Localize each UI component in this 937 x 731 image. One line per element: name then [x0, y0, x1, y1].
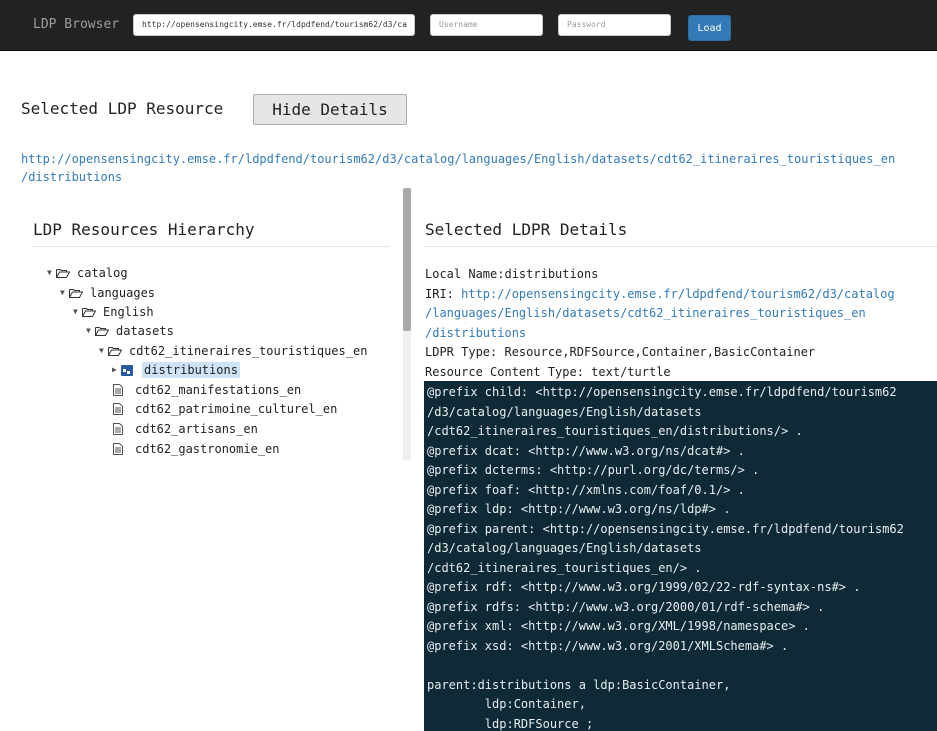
tree-node-label[interactable]: cdt62_gastronomie_en	[135, 441, 280, 457]
load-button[interactable]: Load	[688, 15, 731, 41]
tree-node-languages[interactable]: ▼ languages	[60, 285, 155, 301]
iri-link-line-2[interactable]: /languages/English/datasets/cdt62_itiner…	[425, 304, 930, 324]
username-input[interactable]: Username	[430, 14, 543, 36]
selected-url-line-1[interactable]: http://opensensingcity.emse.fr/ldpdfend/…	[21, 150, 921, 168]
iri-link-line-1[interactable]: http://opensensingcity.emse.fr/ldpdfend/…	[461, 287, 894, 301]
tree-node-datasets[interactable]: ▼ datasets	[86, 323, 174, 339]
folder-open-icon	[108, 346, 122, 356]
details-heading: Selected LDPR Details	[425, 220, 628, 239]
tree-node-patrimoine[interactable]: cdt62_patrimoine_culturel_en	[113, 401, 337, 417]
folder-open-icon	[95, 326, 109, 336]
folder-open-icon	[82, 307, 96, 317]
selected-url-line-2[interactable]: /distributions	[21, 168, 921, 186]
details-divider	[425, 246, 937, 247]
file-icon	[113, 384, 123, 396]
selected-resource-url[interactable]: http://opensensingcity.emse.fr/ldpdfend/…	[21, 150, 921, 186]
local-name-row: Local Name:distributions	[425, 265, 930, 285]
tree-node-label[interactable]: languages	[90, 285, 155, 301]
tree-node-catalog[interactable]: ▼ catalog	[47, 265, 128, 281]
tree-node-label[interactable]: cdt62_itineraires_touristiques_en	[129, 343, 367, 359]
file-icon	[113, 423, 123, 435]
tree-node-label[interactable]: cdt62_manifestations_en	[135, 382, 301, 398]
expanded-caret-icon[interactable]: ▼	[60, 285, 68, 301]
expanded-caret-icon[interactable]: ▼	[86, 323, 94, 339]
ldpr-type-row: LDPR Type: Resource,RDFSource,Container,…	[425, 343, 930, 363]
local-name-label: Local Name:	[425, 267, 505, 281]
tree-node-english[interactable]: ▼ English	[73, 304, 154, 320]
password-input[interactable]: Password	[558, 14, 671, 36]
tree-node-manifestations[interactable]: cdt62_manifestations_en	[113, 382, 301, 398]
selected-resource-title: Selected LDP Resource	[21, 99, 224, 118]
content-type-row: Resource Content Type: text/turtle	[425, 363, 930, 383]
tree-node-itineraires[interactable]: ▼ cdt62_itineraires_touristiques_en	[99, 343, 367, 359]
expanded-caret-icon[interactable]: ▼	[99, 343, 107, 359]
content-type-value: text/turtle	[591, 364, 671, 379]
tree-node-label[interactable]: cdt62_patrimoine_culturel_en	[135, 401, 337, 417]
app-brand[interactable]: LDP Browser	[33, 17, 119, 32]
content-type-label: Resource Content Type:	[425, 364, 592, 379]
tree-node-label-selected[interactable]: distributions	[142, 362, 240, 378]
folder-open-icon	[69, 288, 83, 298]
selected-folder-icon	[121, 364, 133, 376]
hierarchy-heading: LDP Resources Hierarchy	[33, 220, 255, 239]
top-navbar: LDP Browser http://opensensingcity.emse.…	[0, 0, 937, 51]
collapsed-caret-icon[interactable]: ▶	[112, 362, 120, 378]
tree-node-label[interactable]: English	[103, 304, 154, 320]
iri-link-line-3[interactable]: /distributions	[425, 324, 930, 344]
local-name-value: distributions	[504, 267, 599, 281]
file-icon	[113, 403, 123, 415]
tree-node-distributions[interactable]: ▶ distributions	[112, 362, 240, 378]
iri-label: IRI:	[425, 286, 462, 301]
url-input[interactable]: http://opensensingcity.emse.fr/ldpdfend/…	[133, 14, 415, 36]
tree-node-label[interactable]: catalog	[77, 265, 128, 281]
iri-row: IRI: http://opensensingcity.emse.fr/ldpd…	[425, 285, 930, 344]
tree-node-label[interactable]: cdt62_artisans_en	[135, 421, 258, 437]
expanded-caret-icon[interactable]: ▼	[73, 304, 81, 320]
hierarchy-scrollbar-thumb[interactable]	[403, 188, 411, 331]
folder-open-icon	[56, 268, 70, 278]
tree-node-gastronomie[interactable]: cdt62_gastronomie_en	[113, 441, 280, 457]
hierarchy-divider	[33, 246, 390, 247]
ldpr-type-label: LDPR Type:	[425, 345, 505, 359]
details-panel: Local Name:distributions IRI: http://ope…	[425, 265, 930, 382]
hide-details-button[interactable]: Hide Details	[253, 94, 407, 125]
turtle-content-block[interactable]: @prefix child: <http://opensensingcity.e…	[424, 381, 937, 731]
tree-node-artisans[interactable]: cdt62_artisans_en	[113, 421, 258, 437]
expanded-caret-icon[interactable]: ▼	[47, 265, 55, 281]
tree-node-label[interactable]: datasets	[116, 323, 174, 339]
ldpr-type-value: Resource,RDFSource,Container,BasicContai…	[504, 345, 816, 359]
file-icon	[113, 443, 123, 455]
